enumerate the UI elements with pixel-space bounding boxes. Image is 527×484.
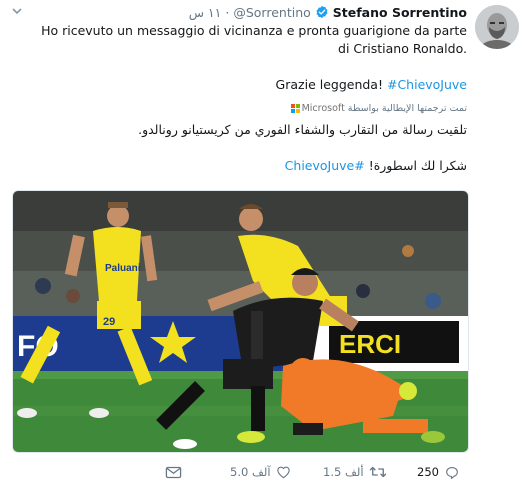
tweet-timestamp[interactable]: ١١ س <box>189 5 222 20</box>
heart-icon <box>276 466 290 479</box>
retweet-icon <box>369 466 386 478</box>
avatar[interactable] <box>475 5 519 49</box>
translator-name: Microsoft <box>301 102 345 114</box>
tweet-photo[interactable]: FO ERCI Paluani 29 <box>12 190 469 453</box>
author-handle[interactable]: @Sorrentino <box>233 5 310 20</box>
tweet: Stefano Sorrentino @Sorrentino · ١١ س Ho… <box>0 0 527 484</box>
football-match-photo: FO ERCI Paluani 29 <box>13 191 468 452</box>
hashtag-link[interactable]: #ChievoJuve <box>387 77 467 92</box>
translated-text-thanks: شكرا لك اسطورة! <box>368 158 467 173</box>
avatar-image <box>475 5 519 49</box>
tweet-text-thanks: Grazie leggenda! <box>275 77 383 92</box>
envelope-icon <box>165 466 182 478</box>
translated-by-label: تمت ترجمتها الإيطالية بواسطة <box>347 102 467 114</box>
microsoft-logo-icon <box>290 103 300 113</box>
direct-message-button[interactable] <box>165 462 182 482</box>
microsoft-logo: Microsoft <box>290 102 345 114</box>
player-number: 29 <box>103 316 115 328</box>
translated-text-line: تلقيت رسالة من التقارب والشفاء الفوري من… <box>138 122 467 137</box>
verified-badge-icon <box>315 5 329 19</box>
translated-text: تلقيت رسالة من التقارب والشفاء الفوري من… <box>27 121 467 175</box>
reply-button[interactable]: 250 <box>417 462 460 482</box>
header-separator: · <box>225 4 230 20</box>
tweet-text-line: Grazie leggenda! #ChievoJuve <box>27 76 467 94</box>
retweet-count: 1.5 ألف <box>323 465 364 479</box>
reply-count: 250 <box>417 465 439 479</box>
svg-text:Paluani: Paluani <box>105 263 141 274</box>
tweet-actions: 250 1.5 ألف 5.0 آلف <box>0 462 527 482</box>
like-button[interactable]: 5.0 آلف <box>230 462 291 482</box>
author-name[interactable]: Stefano Sorrentino <box>333 5 467 20</box>
retweet-button[interactable]: 1.5 ألف <box>323 462 387 482</box>
tweet-text: Ho ricevuto un messaggio di vicinanza e … <box>27 22 467 94</box>
tweet-text-line: Ho ricevuto un messaggio di vicinanza e … <box>41 23 467 56</box>
reply-icon <box>446 466 458 479</box>
like-count: 5.0 آلف <box>230 465 271 479</box>
chevron-down-icon[interactable] <box>11 6 23 16</box>
tweet-header: Stefano Sorrentino @Sorrentino · ١١ س <box>189 3 467 21</box>
banner-text: ERCI <box>339 329 401 359</box>
hashtag-link[interactable]: #ChievoJuve <box>285 158 365 173</box>
translation-attribution: تمت ترجمتها الإيطالية بواسطة Microsoft <box>290 101 467 115</box>
translated-text-line: شكرا لك اسطورة! #ChievoJuve <box>27 157 467 175</box>
